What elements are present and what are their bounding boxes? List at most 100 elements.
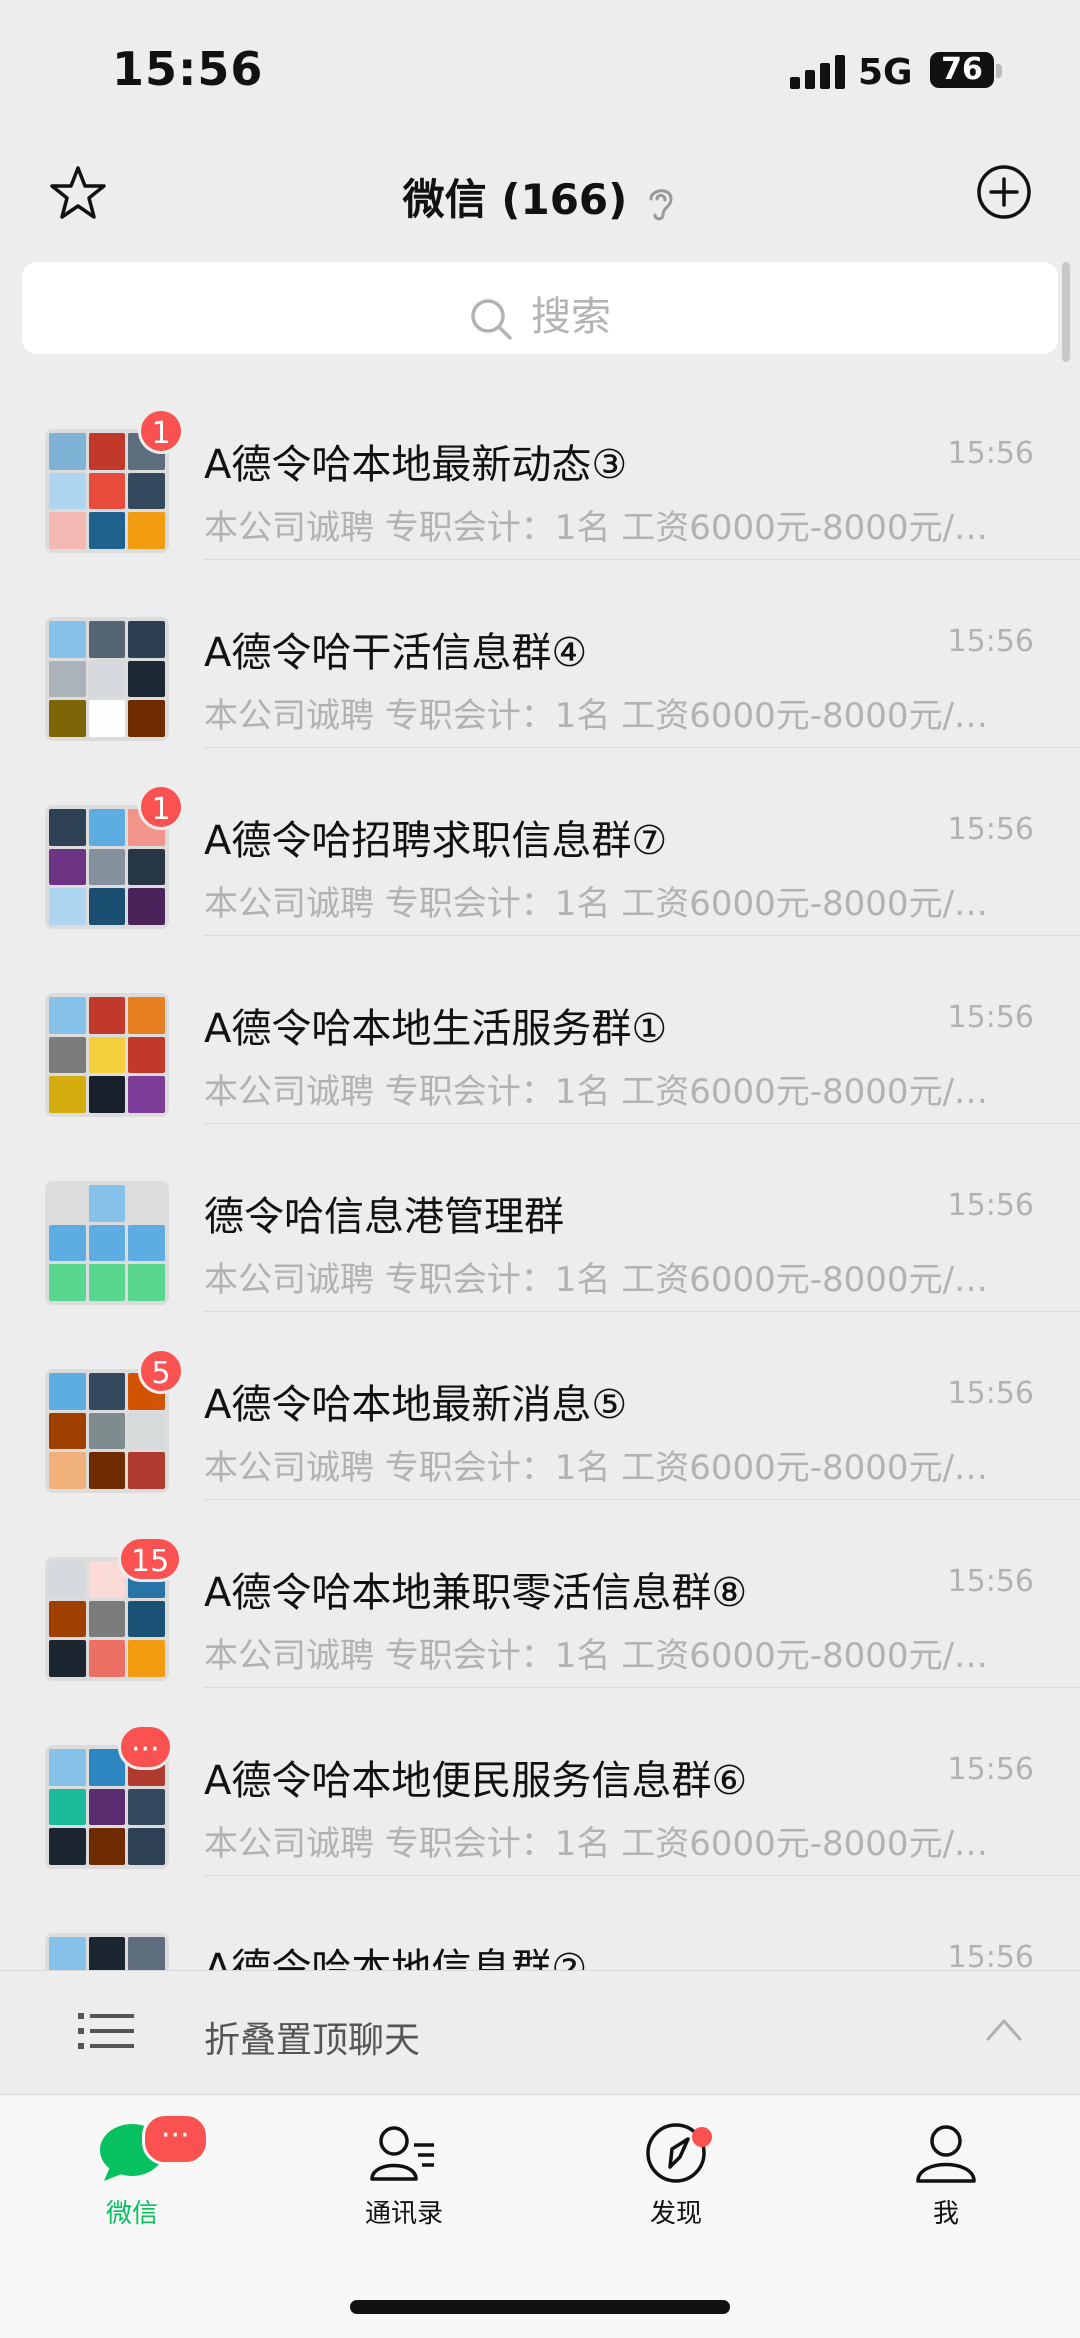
tab-label: 通讯录 xyxy=(364,2199,443,2229)
avatar-tile xyxy=(88,1828,126,1865)
fold-pinned-bar[interactable]: 折叠置顶聊天 xyxy=(0,1970,1080,2095)
avatar-tile xyxy=(128,621,165,658)
contacts-icon xyxy=(370,2126,434,2181)
tab-label: 我 xyxy=(932,2199,959,2229)
chat-time: 15:56 xyxy=(947,812,1034,847)
avatar-tile xyxy=(49,1937,86,1970)
chat-list: 1 A德令哈本地最新动态③ 15:56 本公司诚聘 专职会计：1名 工资6000元-8… xyxy=(0,370,1080,1970)
chat-preview: 本公司诚聘 专职会计：1名 工资6000元-8000元/月 新... xyxy=(204,696,1004,736)
avatar-tile xyxy=(128,1264,165,1301)
chat-row[interactable]: 1 A德令哈本地最新动态③ 15:56 本公司诚聘 专职会计：1名 工资6000元-8… xyxy=(0,370,1080,560)
ear-mode-icon xyxy=(649,188,673,220)
avatar-tile xyxy=(49,621,86,658)
avatar-tile xyxy=(88,1373,126,1410)
network-type: 5G xyxy=(858,52,913,93)
chat-title: A德令哈本地便民服务信息群⑥ xyxy=(204,1758,748,1804)
list-icon xyxy=(78,2013,134,2049)
avatar-tile xyxy=(88,888,126,925)
chat-row[interactable]: 15 A德令哈本地兼职零活信息群⑧ 15:56 本公司诚聘 专职会计：1名 工资600… xyxy=(0,1498,1080,1688)
avatar-tile xyxy=(49,1373,86,1410)
chat-row[interactable]: A德令哈本地生活服务群① 15:56 本公司诚聘 专职会计：1名 工资6000元-8… xyxy=(0,934,1080,1124)
avatar-tile xyxy=(49,660,86,698)
avatar-tile xyxy=(128,1185,165,1222)
avatar-tile xyxy=(49,1788,86,1826)
avatar-tile xyxy=(128,1452,165,1489)
home-indicator[interactable] xyxy=(350,2300,730,2314)
tab-label: 发现 xyxy=(649,2199,702,2229)
avatar-tile xyxy=(49,1412,86,1450)
tab-me[interactable]: 我 xyxy=(846,2121,1046,2230)
avatar-tile xyxy=(88,848,126,886)
avatar-tile xyxy=(128,1076,165,1113)
unread-badge: 5 xyxy=(138,1348,184,1394)
chat-preview: 本公司诚聘 专职会计：1名 工资6000元-8000元/月 新... xyxy=(204,1636,1004,1676)
avatar-tile xyxy=(128,997,165,1034)
chat-time: 15:56 xyxy=(947,624,1034,659)
page-title: 微信 (166) xyxy=(402,175,628,224)
chat-title: A德令哈本地信息群② xyxy=(204,1946,588,1970)
chat-row[interactable]: 德令哈信息港管理群 15:56 本公司诚聘 专职会计：1名 工资6000元-8000… xyxy=(0,1122,1080,1312)
add-circle-icon[interactable] xyxy=(974,162,1034,222)
chat-row[interactable]: 5 A德令哈本地最新消息⑤ 15:56 本公司诚聘 专职会计：1名 工资6000元-8… xyxy=(0,1310,1080,1500)
nav-header: 微信 (166) xyxy=(0,140,1080,250)
status-bar: 15:56 5G 76 xyxy=(0,0,1080,140)
avatar-tile xyxy=(88,1412,126,1450)
chat-time: 15:56 xyxy=(947,1000,1034,1035)
search-placeholder: 搜索 xyxy=(531,294,611,340)
tab-contacts[interactable]: 通讯录 xyxy=(304,2121,504,2230)
avatar-tile xyxy=(49,433,86,470)
person-icon xyxy=(916,2125,976,2183)
scrollbar[interactable] xyxy=(1062,262,1070,362)
tab-chats[interactable]: ··· 微信 xyxy=(32,2113,232,2230)
avatar-tile xyxy=(88,1185,126,1222)
search-icon xyxy=(471,299,512,340)
chevron-up-icon[interactable] xyxy=(984,2015,1024,2043)
chat-preview: 本公司诚聘 专职会计：1名 工资6000元-8000元/月 新... xyxy=(204,1824,1004,1864)
tab-discover[interactable]: 发现 xyxy=(576,2121,776,2230)
avatar-tile xyxy=(49,700,86,737)
chat-preview: 本公司诚聘 专职会计：1名 工资6000元-8000元/月 新... xyxy=(204,884,1004,924)
battery-cap xyxy=(996,64,1002,78)
avatar-tile xyxy=(49,1224,86,1262)
avatar-tile xyxy=(88,660,126,698)
avatar-tile xyxy=(88,1264,126,1301)
group-avatar xyxy=(45,1181,169,1305)
avatar-tile xyxy=(128,1600,165,1638)
chat-preview: 本公司诚聘 专职会计：1名 工资6000元-8000元/月 新... xyxy=(204,1260,1004,1300)
avatar-tile xyxy=(88,1640,126,1677)
avatar-tile xyxy=(49,1828,86,1865)
avatar-tile xyxy=(128,472,165,510)
chat-row[interactable]: 1 A德令哈招聘求职信息群⑦ 15:56 本公司诚聘 专职会计：1名 工资6000元-… xyxy=(0,746,1080,936)
chat-title: 德令哈信息港管理群 xyxy=(204,1194,564,1240)
chat-title: A德令哈干活信息群④ xyxy=(204,630,588,676)
chat-time: 15:56 xyxy=(947,1564,1034,1599)
chat-title: A德令哈本地最新消息⑤ xyxy=(204,1382,628,1428)
avatar-tile xyxy=(49,472,86,510)
avatar-tile xyxy=(49,1036,86,1074)
avatar-tile xyxy=(128,1640,165,1677)
chat-preview: 本公司诚聘 专职会计：1名 工资6000元-8000元/月 新... xyxy=(204,508,1004,548)
avatar-tile xyxy=(128,848,165,886)
fold-label: 折叠置顶聊天 xyxy=(204,2020,421,2061)
chat-row[interactable]: A德令哈干活信息群④ 15:56 本公司诚聘 专职会计：1名 工资6000元-800… xyxy=(0,558,1080,748)
avatar-tile xyxy=(128,1224,165,1262)
notification-dot xyxy=(692,2127,712,2147)
unread-badge: 1 xyxy=(138,784,184,830)
cellular-signal-icon xyxy=(790,55,846,89)
search-bar[interactable]: 搜索 xyxy=(22,262,1058,354)
avatar-tile xyxy=(128,1036,165,1074)
chat-title: A德令哈本地生活服务群① xyxy=(204,1006,668,1052)
avatar-tile xyxy=(128,700,165,737)
avatar-tile xyxy=(88,1452,126,1489)
chat-row[interactable]: A德令哈本地信息群② 15:56 xyxy=(0,1874,1080,1970)
avatar-tile xyxy=(128,1412,165,1450)
tab-badge: ··· xyxy=(142,2113,209,2165)
chat-row[interactable]: ··· A德令哈本地便民服务信息群⑥ 15:56 本公司诚聘 专职会计：1名 工资60… xyxy=(0,1686,1080,1876)
search-inner: 搜索 xyxy=(22,284,1058,342)
avatar-tile xyxy=(49,1264,86,1301)
avatar-tile xyxy=(88,1788,126,1826)
avatar-tile xyxy=(88,997,126,1034)
avatar-tile xyxy=(49,1749,86,1786)
chat-time: 15:56 xyxy=(947,1376,1034,1411)
avatar-tile xyxy=(49,1640,86,1677)
